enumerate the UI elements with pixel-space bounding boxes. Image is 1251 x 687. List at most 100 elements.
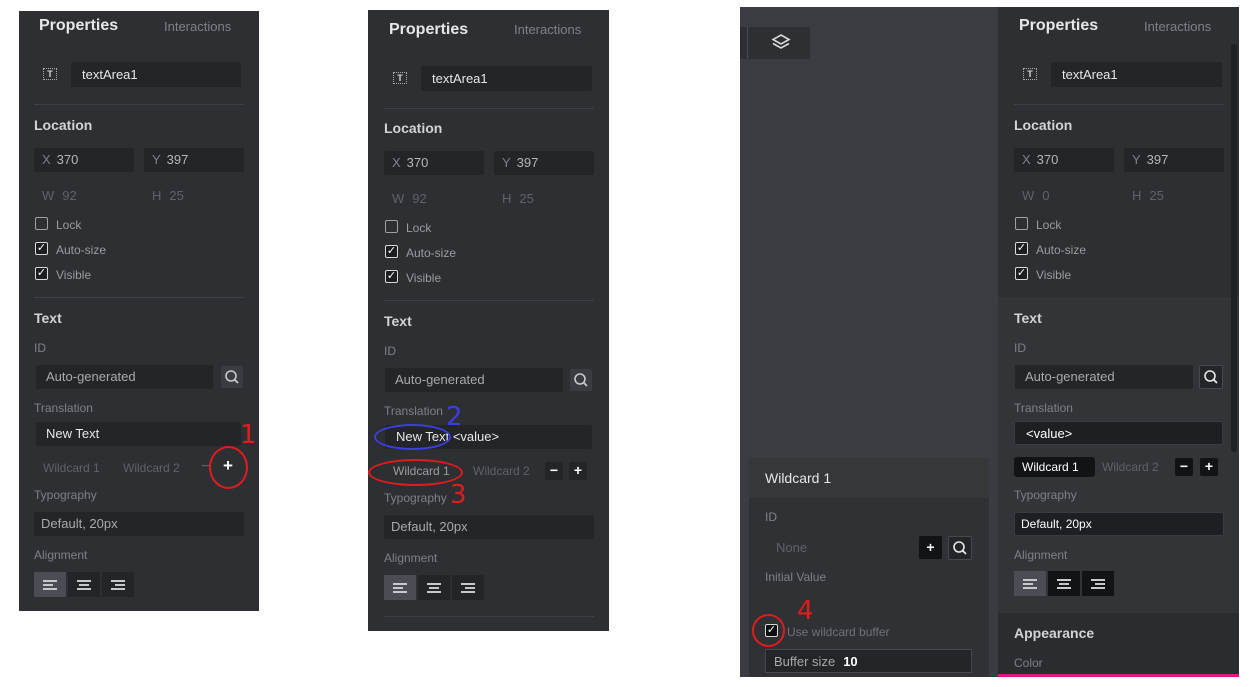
wildcard-id-input[interactable]: None: [776, 540, 807, 555]
alignment-label: Alignment: [384, 551, 438, 565]
wildcard-2-tab[interactable]: Wildcard 2: [123, 461, 180, 475]
lock-checkbox[interactable]: [35, 217, 48, 230]
w-field: W 92: [42, 188, 77, 203]
tab-properties[interactable]: Properties: [39, 17, 118, 35]
scrollbar[interactable]: [1231, 44, 1237, 452]
color-swatch-accent[interactable]: [998, 674, 1239, 677]
typography-field[interactable]: Default, 20px: [34, 512, 244, 536]
initial-value-label: Initial Value: [765, 570, 827, 584]
annotation-ellipse-2: [374, 424, 451, 450]
align-left-icon[interactable]: [1014, 571, 1046, 596]
search-icon: [225, 370, 239, 384]
h-field: H 25: [152, 188, 184, 203]
lock-checkbox[interactable]: [1015, 217, 1028, 230]
wildcard-popup-title: Wildcard 1: [765, 470, 832, 486]
tab-interactions[interactable]: Interactions: [1144, 19, 1211, 34]
id-label: ID: [34, 341, 46, 355]
y-field[interactable]: Y 397: [144, 148, 244, 172]
divider: [34, 104, 244, 105]
wildcard-1-tab[interactable]: Wildcard 1: [43, 461, 100, 475]
id-input[interactable]: Auto-generated: [36, 365, 213, 389]
tab-properties[interactable]: Properties: [1019, 17, 1098, 35]
align-center-icon[interactable]: [68, 572, 100, 597]
align-right-icon[interactable]: [102, 572, 134, 597]
align-left-icon[interactable]: [384, 575, 416, 600]
search-button[interactable]: [1199, 365, 1223, 389]
autosize-checkbox[interactable]: ✓: [385, 245, 398, 258]
text-section-title: Text: [384, 313, 412, 329]
layers-icon[interactable]: [770, 33, 792, 53]
wildcard-2-tab[interactable]: Wildcard 2: [1102, 460, 1159, 474]
location-section-title: Location: [1014, 117, 1073, 133]
id-input[interactable]: Auto-generated: [1015, 365, 1193, 389]
autosize-label: Auto-size: [56, 243, 107, 257]
align-left-icon[interactable]: [34, 572, 66, 597]
align-center-icon[interactable]: [1048, 571, 1080, 596]
alignment-label: Alignment: [1014, 548, 1068, 562]
element-name-field[interactable]: textArea1: [421, 66, 592, 91]
element-name-field[interactable]: textArea1: [71, 62, 241, 87]
autosize-checkbox[interactable]: ✓: [1015, 242, 1028, 255]
w-field: W 92: [392, 191, 427, 206]
x-field[interactable]: X 370: [1014, 148, 1114, 172]
align-right-icon[interactable]: [452, 575, 484, 600]
visible-checkbox[interactable]: ✓: [35, 267, 48, 280]
search-button[interactable]: [948, 536, 972, 560]
typography-field[interactable]: Default, 20px: [1014, 512, 1224, 536]
alignment-buttons: [384, 575, 484, 600]
tab-interactions[interactable]: Interactions: [164, 19, 231, 34]
lock-label: Lock: [406, 221, 432, 235]
x-field[interactable]: X 370: [34, 148, 134, 172]
y-field[interactable]: Y 397: [494, 151, 594, 175]
plus-icon[interactable]: +: [569, 462, 587, 480]
text-section-title: Text: [1014, 310, 1042, 326]
translation-label: Translation: [1014, 401, 1073, 415]
lock-checkbox[interactable]: [385, 220, 398, 233]
align-center-icon[interactable]: [418, 575, 450, 600]
y-field[interactable]: Y 397: [1124, 148, 1224, 172]
wildcard-1-tab[interactable]: Wildcard 1: [1014, 457, 1095, 477]
use-wildcard-buffer-label: Use wildcard buffer: [787, 625, 890, 639]
location-section-title: Location: [384, 120, 443, 136]
align-right-icon[interactable]: [1082, 571, 1114, 596]
divider: [384, 616, 594, 617]
properties-panel-2: Properties Interactions T textArea1 Loca…: [368, 10, 609, 631]
minus-icon[interactable]: −: [1175, 458, 1193, 476]
search-button[interactable]: [570, 369, 592, 391]
h-field: H 25: [502, 191, 534, 206]
toolbar-separator: [747, 27, 748, 59]
search-icon: [574, 373, 588, 387]
tab-properties[interactable]: Properties: [389, 21, 468, 39]
visible-checkbox[interactable]: ✓: [385, 270, 398, 283]
annotation-circle-1: [209, 446, 248, 489]
typography-field[interactable]: Default, 20px: [384, 515, 594, 539]
annotation-ellipse-3: [368, 459, 463, 486]
id-input[interactable]: Auto-generated: [385, 368, 563, 392]
buffer-size-field[interactable]: Buffer size 10: [765, 649, 972, 673]
x-field[interactable]: X 370: [384, 151, 484, 175]
color-label: Color: [1014, 656, 1043, 670]
tab-interactions[interactable]: Interactions: [514, 22, 581, 37]
visible-label: Visible: [406, 271, 442, 285]
text-type-icon: T: [393, 72, 407, 84]
plus-icon[interactable]: +: [1200, 458, 1218, 476]
plus-icon[interactable]: +: [919, 536, 942, 559]
search-button[interactable]: [221, 366, 243, 388]
autosize-label: Auto-size: [1036, 243, 1087, 257]
translation-input[interactable]: New Text: [36, 422, 241, 446]
typography-label: Typography: [384, 491, 447, 505]
alignment-label: Alignment: [34, 548, 88, 562]
translation-label: Translation: [384, 404, 443, 418]
alignment-buttons: [1014, 571, 1114, 596]
autosize-checkbox[interactable]: ✓: [35, 242, 48, 255]
annotation-circle-4: [752, 614, 785, 647]
w-field: W0: [1022, 188, 1050, 203]
visible-checkbox[interactable]: ✓: [1015, 267, 1028, 280]
wildcard-id-label: ID: [765, 510, 777, 524]
element-name-field[interactable]: textArea1: [1051, 62, 1222, 87]
minus-icon[interactable]: −: [545, 462, 563, 480]
wildcard-2-tab[interactable]: Wildcard 2: [473, 464, 530, 478]
text-type-icon: T: [43, 68, 57, 80]
translation-input[interactable]: <value>: [1014, 421, 1223, 445]
properties-panel-3: Properties Interactions T textArea1 Loca…: [998, 7, 1239, 677]
